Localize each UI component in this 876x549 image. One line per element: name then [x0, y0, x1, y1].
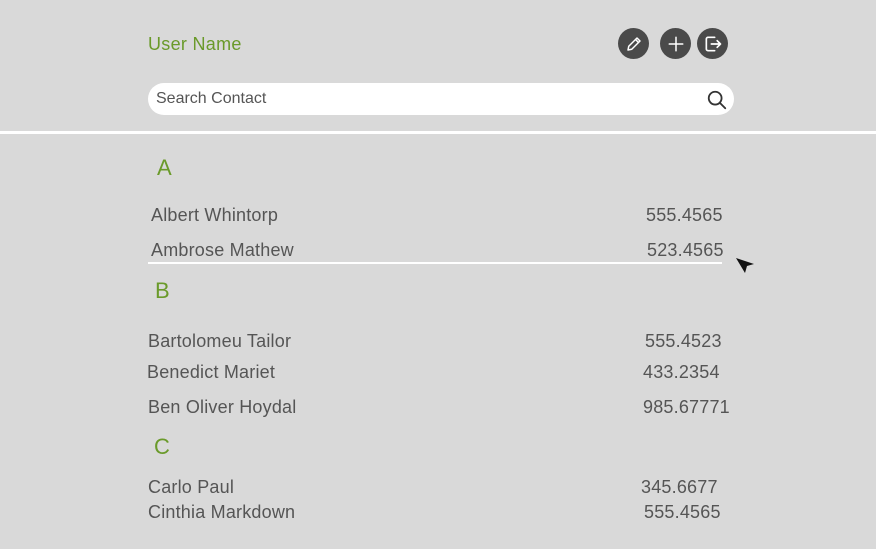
contact-phone: 985.67771: [643, 397, 730, 417]
plus-icon: [668, 36, 683, 51]
cursor-arrow-icon: [736, 258, 754, 273]
search-input[interactable]: [156, 83, 696, 115]
contact-name: Ambrose Mathew: [151, 240, 294, 260]
logout-button[interactable]: [697, 28, 728, 59]
magnifier-icon[interactable]: [706, 89, 728, 111]
contact-name: Ben Oliver Hoydal: [148, 397, 297, 417]
group-letter-a: A: [157, 155, 172, 180]
contact-name: Albert Whintorp: [151, 205, 279, 225]
row-divider: [148, 262, 722, 264]
contact-name: Carlo Paul: [148, 477, 235, 497]
contact-name: Bartolomeu Tailor: [148, 331, 292, 351]
add-contact-button[interactable]: [660, 28, 691, 59]
contact-phone: 555.4523: [645, 331, 722, 351]
user-name: User Name: [148, 34, 242, 54]
contact-phone: 555.4565: [646, 205, 723, 225]
pencil-icon: [626, 36, 641, 51]
contact-name: Benedict Mariet: [147, 362, 276, 382]
edit-button[interactable]: [618, 28, 649, 59]
group-letter-b: B: [155, 278, 170, 303]
contact-phone: 555.4565: [644, 502, 721, 522]
contact-name: Cinthia Markdown: [148, 502, 296, 522]
group-letter-c: C: [154, 434, 170, 459]
contacts-page: User Name A Albert Whintorp 555.4565 Amb…: [0, 0, 876, 549]
logout-icon: [705, 36, 721, 52]
contact-phone: 345.6677: [641, 477, 718, 497]
contact-phone: 523.4565: [647, 240, 724, 260]
header-divider: [0, 131, 876, 134]
search-bar: [148, 83, 734, 115]
contact-phone: 433.2354: [643, 362, 720, 382]
